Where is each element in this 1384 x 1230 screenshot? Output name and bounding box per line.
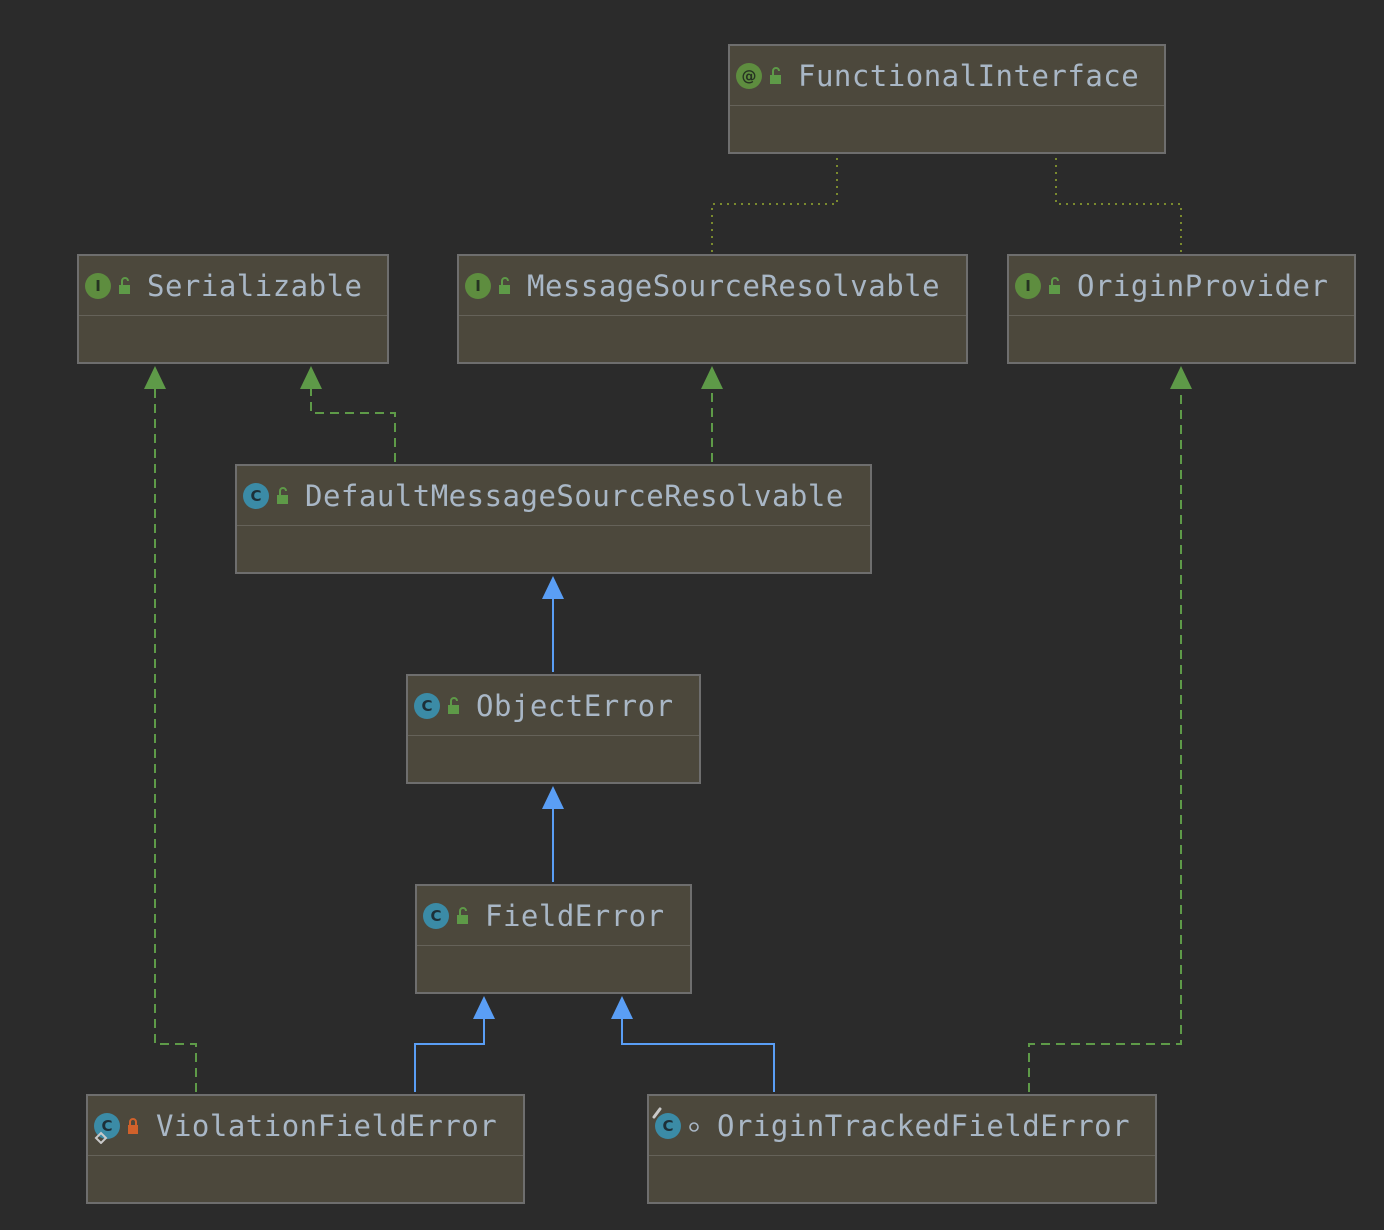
node-label: FunctionalInterface	[798, 58, 1140, 93]
node-label: MessageSourceResolvable	[527, 268, 941, 303]
edge-implements-origin-tracked-field-error	[1028, 366, 1192, 1092]
node-field-error[interactable]: C FieldError	[415, 884, 692, 994]
public-visibility-icon	[277, 486, 288, 504]
class-icon: C	[423, 902, 449, 929]
node-serializable[interactable]: I Serializable	[77, 254, 389, 364]
edge-implements-violation-field-error	[144, 366, 197, 1092]
edge-extends-origin-tracked-field-error	[611, 996, 775, 1092]
node-origin-provider[interactable]: I OriginProvider	[1007, 254, 1356, 364]
edge-implements-default-message-source-resolvable	[300, 366, 396, 462]
node-label: Serializable	[147, 268, 363, 303]
edge-annotation-origin-provider	[1055, 156, 1182, 252]
node-label: OriginTrackedFieldError	[717, 1108, 1131, 1143]
public-visibility-icon	[499, 276, 510, 294]
node-origin-tracked-field-error[interactable]: C OriginTrackedFieldError	[647, 1094, 1157, 1204]
edge-extends-violation-field-error	[414, 996, 495, 1092]
annotation-icon: @	[736, 62, 762, 89]
static-marker-icon	[94, 1131, 108, 1144]
class-icon: C	[243, 482, 269, 509]
interface-icon: I	[85, 272, 111, 299]
edge-extends-field-error	[542, 786, 564, 882]
node-label: ViolationFieldError	[156, 1108, 498, 1143]
class-icon: C	[414, 692, 440, 719]
interface-icon: I	[1015, 272, 1041, 299]
node-default-message-source-resolvable[interactable]: C DefaultMessageSourceResolvable	[235, 464, 872, 574]
private-lock-icon	[128, 1117, 138, 1134]
node-label: DefaultMessageSourceResolvable	[305, 478, 844, 513]
node-label: OriginProvider	[1077, 268, 1329, 303]
pin-marker-icon	[652, 1107, 662, 1119]
node-label: ObjectError	[476, 688, 674, 723]
node-object-error[interactable]: C ObjectError	[406, 674, 701, 784]
public-visibility-icon	[457, 906, 468, 924]
package-visibility-icon	[689, 1121, 699, 1132]
public-visibility-icon	[119, 276, 130, 294]
edge-annotation-message-source-resolvable	[711, 156, 838, 252]
edge-implements-default-message-source-resolvable	[701, 366, 723, 462]
interface-icon: I	[465, 272, 491, 299]
public-visibility-icon	[448, 696, 459, 714]
node-message-source-resolvable[interactable]: I MessageSourceResolvable	[457, 254, 968, 364]
public-visibility-icon	[1049, 276, 1060, 294]
node-functional-interface[interactable]: @ FunctionalInterface	[728, 44, 1166, 154]
relationship-edges	[144, 156, 1192, 1092]
node-label: FieldError	[485, 898, 665, 933]
edge-extends-object-error	[542, 576, 564, 672]
public-visibility-icon	[770, 66, 781, 84]
node-violation-field-error[interactable]: C ViolationFieldError	[86, 1094, 525, 1204]
